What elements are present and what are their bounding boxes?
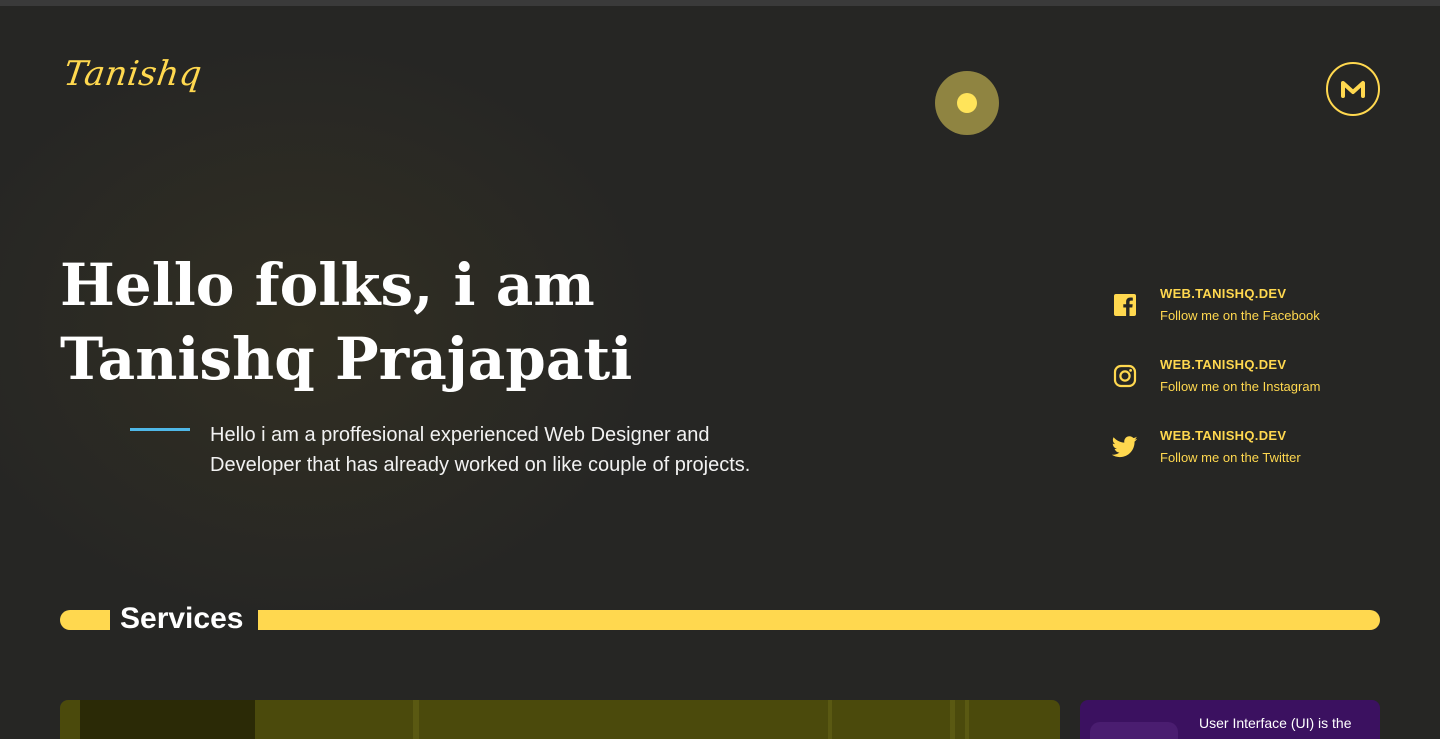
hero-title-line2: Tanishq Prajapati [60,325,633,393]
social-handle: WEB.TANISHQ.DEV [1160,286,1287,301]
service-card-image[interactable] [60,700,1060,739]
card-thumbnail [1090,722,1178,739]
social-follow-text: Follow me on the Facebook [1160,308,1320,323]
services-heading: Services [120,602,244,635]
site-logo[interactable]: Tanishq [61,54,204,94]
accent-divider [130,428,190,431]
card-image-shadow [80,700,255,739]
social-link-facebook[interactable]: WEB.TANISHQ.DEV Follow me on the Faceboo… [1110,284,1410,355]
social-follow-text: Follow me on the Twitter [1160,450,1301,465]
social-links: WEB.TANISHQ.DEV Follow me on the Faceboo… [1110,284,1410,497]
instagram-icon [1110,361,1140,391]
services-section-header: Services [60,602,1380,635]
social-link-instagram[interactable]: WEB.TANISHQ.DEV Follow me on the Instagr… [1110,355,1410,426]
services-bar-right [258,610,1380,630]
sun-toggle-icon [957,93,977,113]
hero-description: Hello i am a proffesional experienced We… [210,424,751,476]
services-bar-left [60,610,110,630]
card-image-detail [828,700,832,739]
theme-toggle-button[interactable] [935,71,999,135]
menu-button[interactable] [1326,62,1380,116]
m-logo-icon [1341,81,1365,98]
facebook-icon [1110,290,1140,320]
service-card-ui[interactable]: User Interface (UI) is the [1080,700,1380,739]
browser-top-edge [0,0,1440,6]
social-handle: WEB.TANISHQ.DEV [1160,357,1287,372]
twitter-icon [1110,432,1140,462]
hero-title: Hello folks, i am Tanishq Prajapati [60,248,760,396]
card-image-detail [965,700,969,739]
card-image-detail [950,700,955,739]
hero-title-line1: Hello folks, i am [60,251,595,319]
page: Tanishq Hello folks, i am Tanishq Prajap… [0,0,1440,739]
social-handle: WEB.TANISHQ.DEV [1160,428,1287,443]
card-image-detail [413,700,419,739]
service-card-text: User Interface (UI) is the [1199,715,1352,731]
social-follow-text: Follow me on the Instagram [1160,379,1321,394]
social-link-twitter[interactable]: WEB.TANISHQ.DEV Follow me on the Twitter [1110,426,1410,497]
